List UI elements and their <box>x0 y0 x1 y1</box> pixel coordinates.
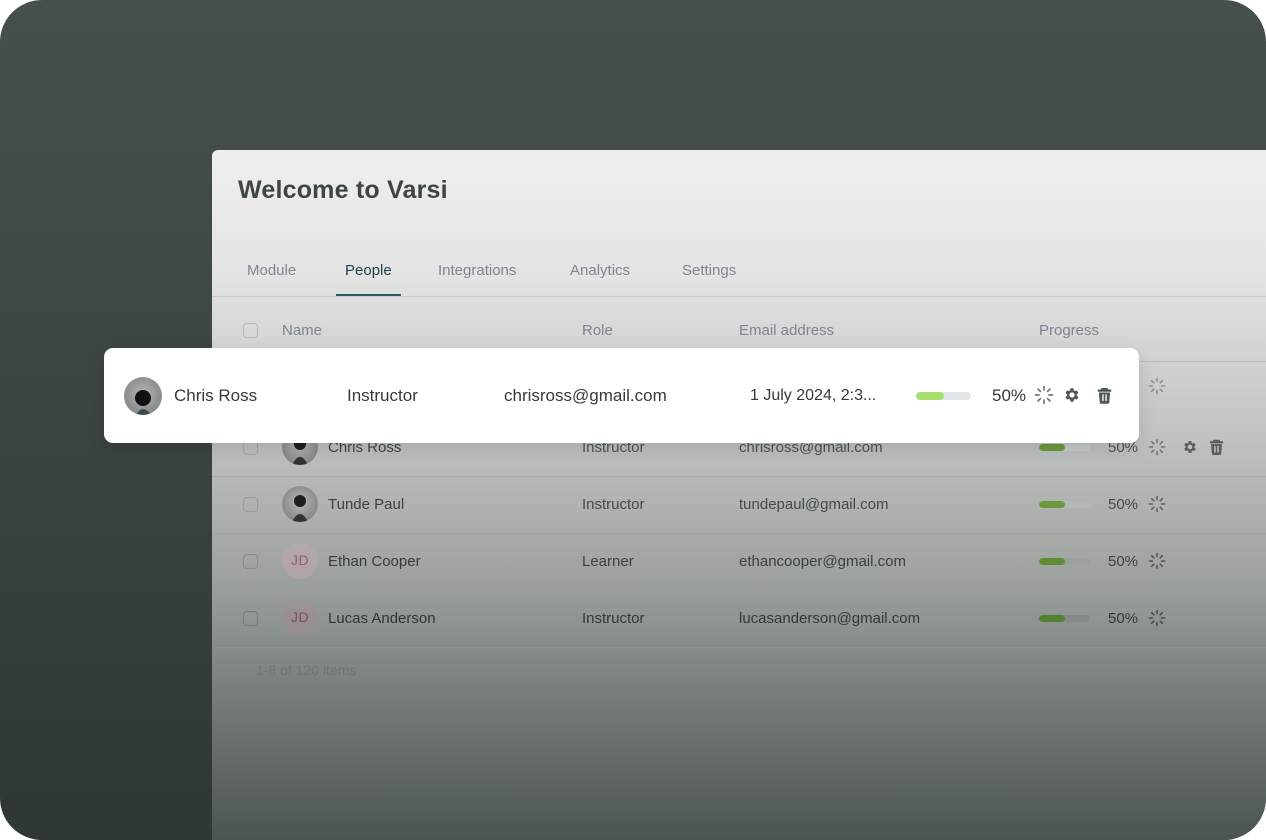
loading-icon <box>1148 609 1166 627</box>
progress-bar <box>916 392 971 400</box>
avatar <box>124 377 162 415</box>
table-row[interactable]: JD Lucas Anderson Instructor lucasanders… <box>212 590 1266 648</box>
loading-icon <box>1148 495 1166 513</box>
row-role: Instructor <box>582 496 645 513</box>
table-row[interactable]: JD Ethan Cooper Learner ethancooper@gmai… <box>212 533 1266 591</box>
progress-percent: 50% <box>1108 610 1139 627</box>
tab-module[interactable]: Module <box>238 246 305 294</box>
row-checkbox[interactable] <box>243 611 258 626</box>
avatar <box>282 486 318 522</box>
row-email: tundepaul@gmail.com <box>739 496 889 513</box>
card-email: chrisross@gmail.com <box>504 386 667 405</box>
loading-icon <box>1034 385 1054 405</box>
row-email: lucasanderson@gmail.com <box>739 610 921 627</box>
row-role: Instructor <box>582 610 645 627</box>
row-checkbox[interactable] <box>243 497 258 512</box>
row-name: Tunde Paul <box>328 496 405 513</box>
row-checkbox[interactable] <box>243 554 258 569</box>
progress-bar <box>1039 558 1090 565</box>
highlighted-row-card[interactable]: Chris Ross Instructor chrisross@gmail.co… <box>104 348 1139 443</box>
table-row[interactable]: Tunde Paul Instructor tundepaul@gmail.co… <box>212 476 1266 534</box>
gear-icon[interactable] <box>1063 386 1081 404</box>
progress-percent: 50% <box>992 386 1027 405</box>
tab-people[interactable]: People <box>336 246 401 296</box>
card-date: 1 July 2024, 2:3... <box>750 387 877 404</box>
trash-icon[interactable] <box>1209 439 1224 455</box>
avatar: JD <box>282 600 318 636</box>
progress-bar <box>1039 615 1090 622</box>
loading-icon <box>1148 552 1166 570</box>
loading-icon <box>1148 377 1166 395</box>
progress-bar <box>1039 501 1090 508</box>
card-name: Chris Ross <box>174 386 258 405</box>
device-frame: Welcome to Varsi Module People Integrati… <box>0 0 1266 840</box>
pagination-summary: 1-8 of 120 items <box>256 662 357 678</box>
row-email: ethancooper@gmail.com <box>739 553 906 570</box>
tab-settings[interactable]: Settings <box>673 246 745 294</box>
row-role: Learner <box>582 553 634 570</box>
row-name: Lucas Anderson <box>328 610 436 627</box>
loading-icon <box>1148 438 1166 456</box>
tab-analytics[interactable]: Analytics <box>561 246 639 294</box>
select-all-checkbox[interactable] <box>243 323 258 338</box>
progress-percent: 50% <box>1108 553 1139 570</box>
page-title: Welcome to Varsi <box>238 176 448 204</box>
tab-integrations[interactable]: Integrations <box>429 246 525 294</box>
gear-icon[interactable] <box>1182 439 1198 455</box>
trash-icon[interactable] <box>1097 387 1112 404</box>
progress-percent: 50% <box>1108 496 1139 513</box>
app-window: Welcome to Varsi Module People Integrati… <box>212 150 1266 840</box>
tab-bar: Module People Integrations Analytics Set… <box>212 246 1266 297</box>
card-role: Instructor <box>347 386 418 405</box>
progress-bar <box>1039 444 1090 451</box>
avatar: JD <box>282 543 318 579</box>
row-name: Ethan Cooper <box>328 553 421 570</box>
